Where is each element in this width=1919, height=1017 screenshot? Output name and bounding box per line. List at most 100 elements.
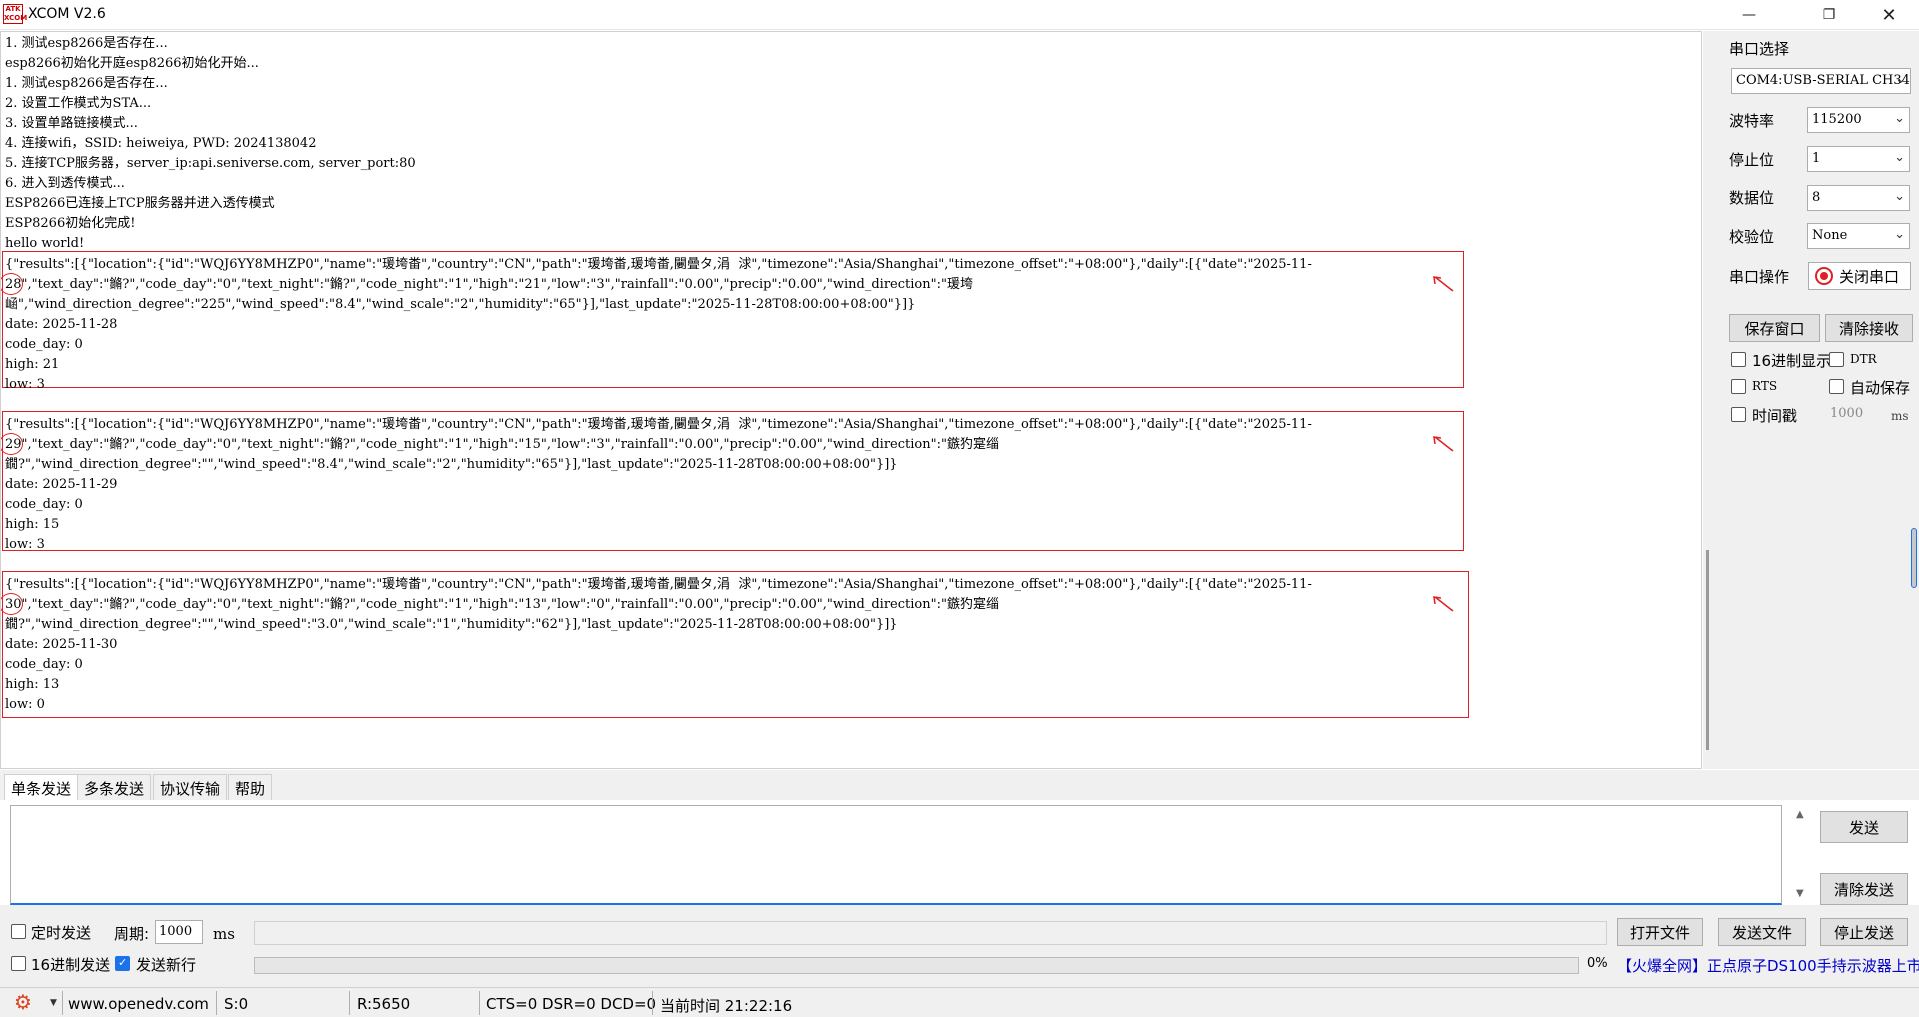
log-line: 5. 连接TCP服务器，server_ip:api.seniverse.com,… xyxy=(5,156,416,171)
checkmark-icon: ✓ xyxy=(118,956,128,969)
close-port-label: 关闭串口 xyxy=(1839,267,1900,286)
receive-text-area[interactable]: 1. 测试esp8266是否存在... esp8266初始化开庭esp8266初始… xyxy=(0,31,1702,769)
log-line: high: 15 xyxy=(5,517,60,532)
baud-select[interactable]: 115200 ⌄ xyxy=(1807,107,1910,133)
clear-send-button[interactable]: 清除发送 xyxy=(1820,873,1908,905)
parity-select[interactable]: None ⌄ xyxy=(1807,223,1910,249)
hex-send-label: 16进制发送 xyxy=(31,956,111,974)
send-text-area[interactable] xyxy=(10,805,1782,905)
hex-display-label: 16进制显示 xyxy=(1752,352,1832,370)
status-separator xyxy=(62,991,63,1015)
title-bar: ATK XCOM XCOM V2.6 — ❐ ✕ xyxy=(0,0,1919,30)
log-line: 鐗?","wind_direction_degree":"","wind_spe… xyxy=(5,617,898,632)
period-input[interactable]: 1000 xyxy=(155,920,203,944)
annotation-arrow-icon xyxy=(1433,436,1454,452)
panel-scroll-handle[interactable] xyxy=(1911,528,1917,588)
log-line: 3. 设置单路链接模式... xyxy=(5,116,138,131)
port-op-label: 串口操作 xyxy=(1729,268,1790,286)
chevron-down-icon: ⌄ xyxy=(1894,150,1905,165)
window-title: XCOM V2.6 xyxy=(28,6,106,22)
tab-single-send[interactable]: 单条发送 xyxy=(4,774,79,800)
minimize-icon[interactable]: — xyxy=(1719,0,1779,30)
annotation-arrow-icon xyxy=(1433,276,1454,292)
highlight-circle xyxy=(1,593,23,615)
log-line: high: 21 xyxy=(5,357,60,372)
save-window-button[interactable]: 保存窗口 xyxy=(1729,314,1820,342)
log-line: low: 3 xyxy=(5,377,45,392)
status-separator xyxy=(216,991,217,1015)
open-file-button[interactable]: 打开文件 xyxy=(1617,918,1703,946)
clear-receive-button[interactable]: 清除接收 xyxy=(1825,314,1913,342)
status-separator xyxy=(652,991,653,1015)
newline-label: 发送新行 xyxy=(136,956,197,974)
log-line: 崡","wind_direction_degree":"225","wind_s… xyxy=(5,297,916,312)
parity-label: 校验位 xyxy=(1729,228,1775,246)
log-line: ESP8266初始化完成! xyxy=(5,216,136,231)
stop-bits-select[interactable]: 1 ⌄ xyxy=(1807,146,1910,172)
chevron-down-icon: ⌄ xyxy=(1894,227,1905,242)
port-select[interactable]: COM4:USB-SERIAL CH340 ⌄ xyxy=(1731,68,1911,94)
progress-percent: 0% xyxy=(1587,956,1608,971)
log-line: code_day: 0 xyxy=(5,657,83,672)
data-bits-select[interactable]: 8 ⌄ xyxy=(1807,185,1910,211)
log-line: 28","text_day":"鏅?","code_day":"0","text… xyxy=(5,277,973,292)
stop-bits-value: 1 xyxy=(1812,151,1821,166)
hex-send-checkbox[interactable] xyxy=(11,956,26,971)
file-path-field[interactable] xyxy=(254,921,1607,945)
timestamp-checkbox[interactable] xyxy=(1731,407,1746,422)
log-line: code_day: 0 xyxy=(5,497,83,512)
data-bits-value: 8 xyxy=(1812,190,1821,205)
received-count: R:5650 xyxy=(357,995,411,1013)
log-line: date: 2025-11-28 xyxy=(5,317,118,332)
gear-icon[interactable]: ⚙ xyxy=(14,992,32,1012)
scroll-down-icon[interactable]: ▼ xyxy=(1796,888,1804,899)
log-line: ESP8266已连接上TCP服务器并进入透传模式 xyxy=(5,196,275,211)
timed-send-label: 定时发送 xyxy=(31,924,92,942)
log-line: {"results":[{"location":{"id":"WQJ6YY8MH… xyxy=(5,417,1312,432)
dtr-checkbox[interactable] xyxy=(1829,352,1844,367)
timed-send-checkbox[interactable] xyxy=(11,924,26,939)
status-separator xyxy=(479,991,480,1015)
timestamp-label: 时间戳 xyxy=(1752,407,1798,425)
log-line: code_day: 0 xyxy=(5,337,83,352)
parity-value: None xyxy=(1812,228,1848,243)
chevron-down-icon[interactable]: ▼ xyxy=(50,998,57,1008)
timestamp-ms-label: ms xyxy=(1891,409,1909,423)
period-ms-label: ms xyxy=(213,925,235,943)
send-button[interactable]: 发送 xyxy=(1820,811,1908,843)
send-file-button[interactable]: 发送文件 xyxy=(1718,918,1806,946)
highlight-circle xyxy=(1,273,23,295)
port-label: 串口选择 xyxy=(1729,40,1790,58)
log-line: 1. 测试esp8266是否存在... xyxy=(5,36,168,51)
highlight-circle xyxy=(1,433,23,455)
sent-count: S:0 xyxy=(224,995,249,1013)
baud-select-value: 115200 xyxy=(1812,112,1862,127)
ad-link[interactable]: 【火爆全网】正点原子DS100手持示波器上市 xyxy=(1617,955,1919,976)
timestamp-input[interactable]: 1000 xyxy=(1830,406,1880,421)
stop-bits-label: 停止位 xyxy=(1729,151,1775,169)
rts-label: RTS xyxy=(1752,379,1778,393)
scroll-up-icon[interactable]: ▲ xyxy=(1796,809,1804,820)
data-bits-label: 数据位 xyxy=(1729,189,1775,207)
website-link[interactable]: www.openedv.com xyxy=(68,995,209,1013)
tab-help[interactable]: 帮助 xyxy=(228,774,273,800)
port-select-value: COM4:USB-SERIAL CH340 xyxy=(1736,73,1911,88)
close-icon[interactable]: ✕ xyxy=(1859,0,1919,30)
log-line: 30","text_day":"鏅?","code_day":"0","text… xyxy=(5,597,999,612)
newline-checkbox[interactable]: ✓ xyxy=(115,956,130,971)
line-status: CTS=0 DSR=0 DCD=0 xyxy=(486,995,657,1013)
maximize-icon[interactable]: ❐ xyxy=(1799,0,1859,30)
tab-protocol[interactable]: 协议传输 xyxy=(153,774,228,800)
tab-multi-send[interactable]: 多条发送 xyxy=(77,774,152,800)
stop-send-button[interactable]: 停止发送 xyxy=(1820,918,1908,946)
status-separator xyxy=(349,991,350,1015)
close-port-button[interactable]: 关闭串口 xyxy=(1808,262,1911,290)
chevron-down-icon: ⌄ xyxy=(1894,189,1905,204)
current-time: 当前时间 21:22:16 xyxy=(660,997,793,1015)
rts-checkbox[interactable] xyxy=(1731,379,1746,394)
auto-save-checkbox[interactable] xyxy=(1829,379,1844,394)
receive-scrollbar-thumb[interactable] xyxy=(1706,550,1709,750)
hex-display-checkbox[interactable] xyxy=(1731,352,1746,367)
log-line: date: 2025-11-29 xyxy=(5,477,118,492)
chevron-down-icon: ⌄ xyxy=(1894,111,1905,126)
